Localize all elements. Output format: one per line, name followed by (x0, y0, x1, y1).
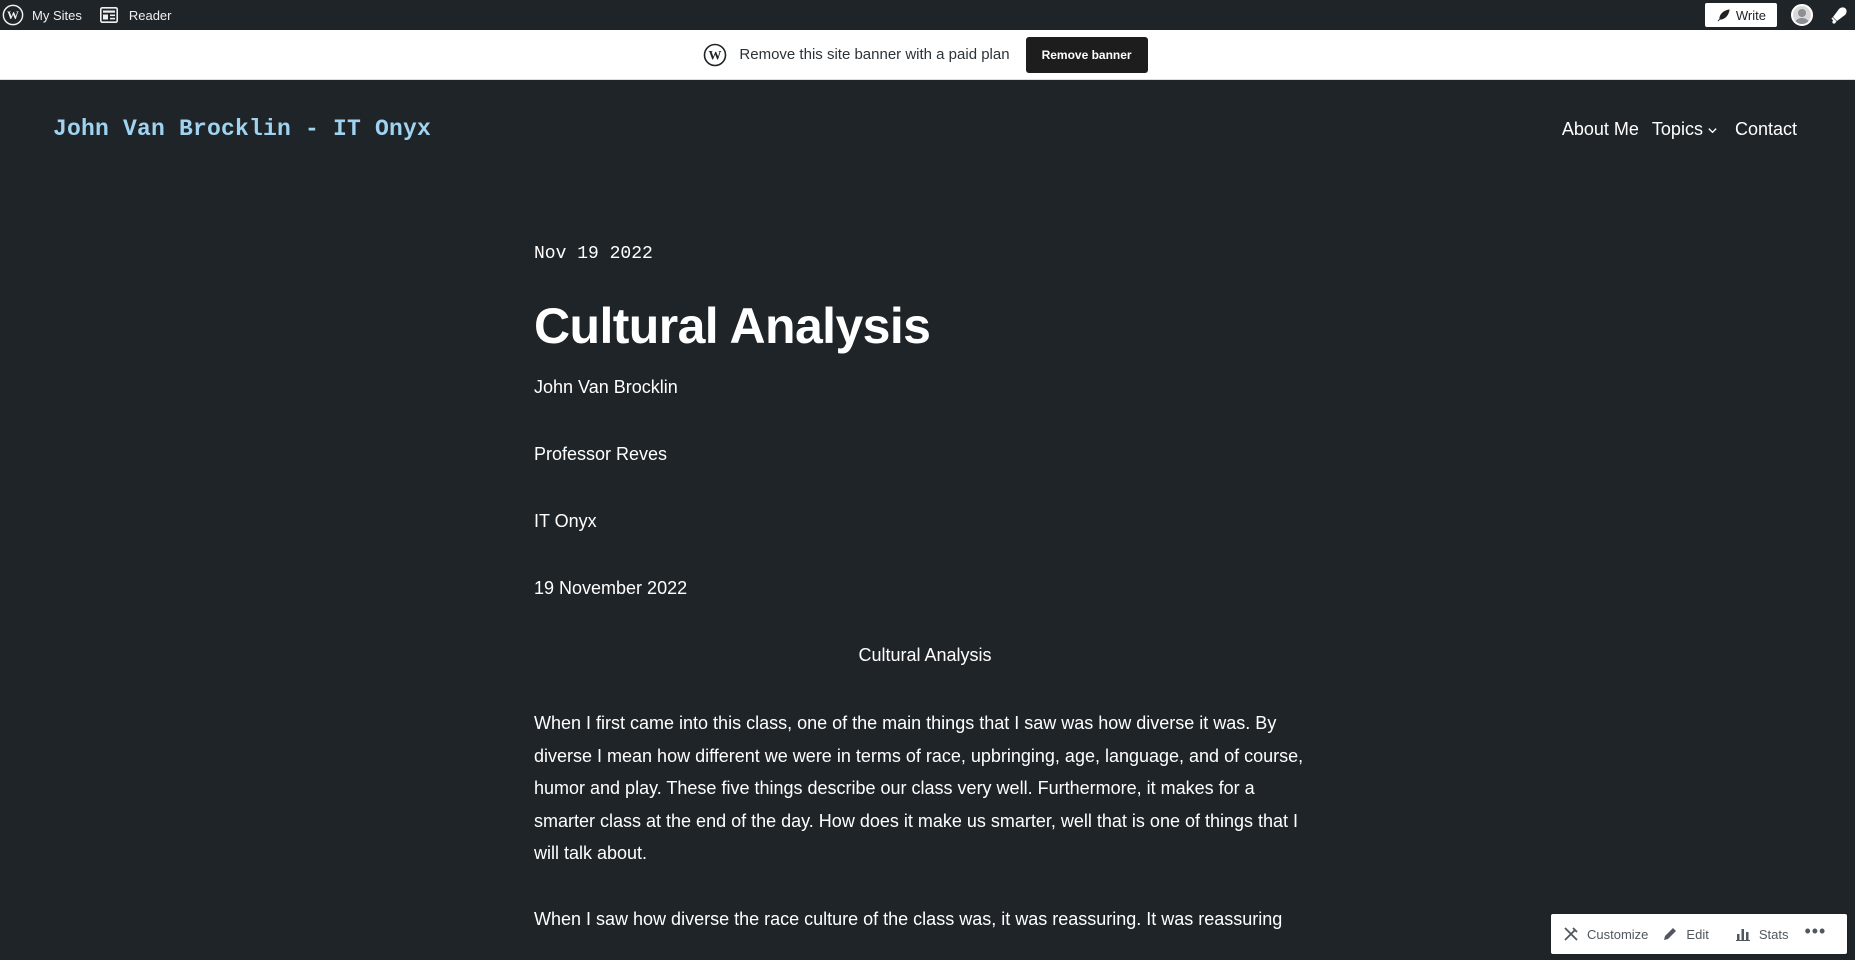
post-date-line: 19 November 2022 (534, 578, 688, 598)
svg-text:W: W (709, 47, 722, 62)
edit-button[interactable]: Edit (1662, 914, 1709, 954)
admin-bar: W My Sites Reader Write (0, 0, 1855, 30)
notifications-bell-icon[interactable] (1829, 5, 1849, 25)
write-button[interactable]: Write (1704, 3, 1777, 27)
banner-text: Remove this site banner with a paid plan (739, 46, 1010, 63)
avatar[interactable] (1791, 4, 1813, 26)
post-author-line: John Van Brocklin (534, 377, 678, 397)
stats-button[interactable]: Stats (1735, 914, 1789, 954)
nav-item-label: Contact (1734, 119, 1797, 139)
bar-chart-icon (1735, 929, 1750, 941)
svg-text:W: W (7, 8, 19, 22)
my-sites-label: My Sites (32, 7, 82, 23)
customize-button[interactable]: Customize (1563, 914, 1648, 954)
post: Nov 19 2022 Cultural Analysis John Van B… (534, 238, 1316, 935)
reader-menu[interactable]: Reader (99, 0, 172, 30)
nav-item-about-me[interactable]: About Me (1562, 119, 1639, 140)
wordpress-logo-icon: W (2, 4, 24, 26)
write-label: Write (1735, 7, 1766, 23)
nav-item-contact[interactable]: Contact (1735, 119, 1797, 140)
pencil-icon (1664, 928, 1677, 940)
site-navigation: About Me Topics Contact (1562, 119, 1797, 140)
reader-icon (99, 7, 118, 23)
post-title: Cultural Analysis (534, 298, 931, 354)
post-paragraph: When I first came into this class, one o… (534, 713, 1304, 863)
post-center-heading: Cultural Analysis (858, 645, 992, 665)
my-sites-menu[interactable]: W My Sites (0, 0, 100, 30)
upgrade-banner: W Remove this site banner with a paid pl… (0, 30, 1855, 80)
more-options-button[interactable]: ••• (1804, 911, 1826, 951)
remove-banner-button[interactable]: Remove banner (1025, 36, 1148, 73)
chevron-down-icon (1708, 128, 1717, 134)
nav-item-label: Topics (1651, 119, 1703, 139)
stats-label: Stats (1758, 926, 1789, 942)
feather-pen-icon (1717, 8, 1730, 21)
post-course-line: IT Onyx (534, 511, 597, 531)
tools-icon (1564, 927, 1578, 941)
nav-item-topics[interactable]: Topics (1652, 119, 1718, 140)
post-date[interactable]: Nov 19 2022 (534, 244, 1316, 264)
post-paragraph: When I saw how diverse the race culture … (534, 908, 1283, 929)
site-title[interactable]: John Van Brocklin - IT Onyx (53, 116, 431, 142)
quick-actions-bar: Customize Edit Stats ••• (1551, 914, 1847, 954)
reader-label: Reader (128, 7, 172, 23)
customize-label: Customize (1587, 926, 1649, 942)
nav-item-label: About Me (1561, 119, 1639, 139)
post-professor-line: Professor Reves (534, 444, 668, 464)
edit-label: Edit (1686, 926, 1709, 942)
wordpress-logo-icon: W (704, 43, 727, 66)
